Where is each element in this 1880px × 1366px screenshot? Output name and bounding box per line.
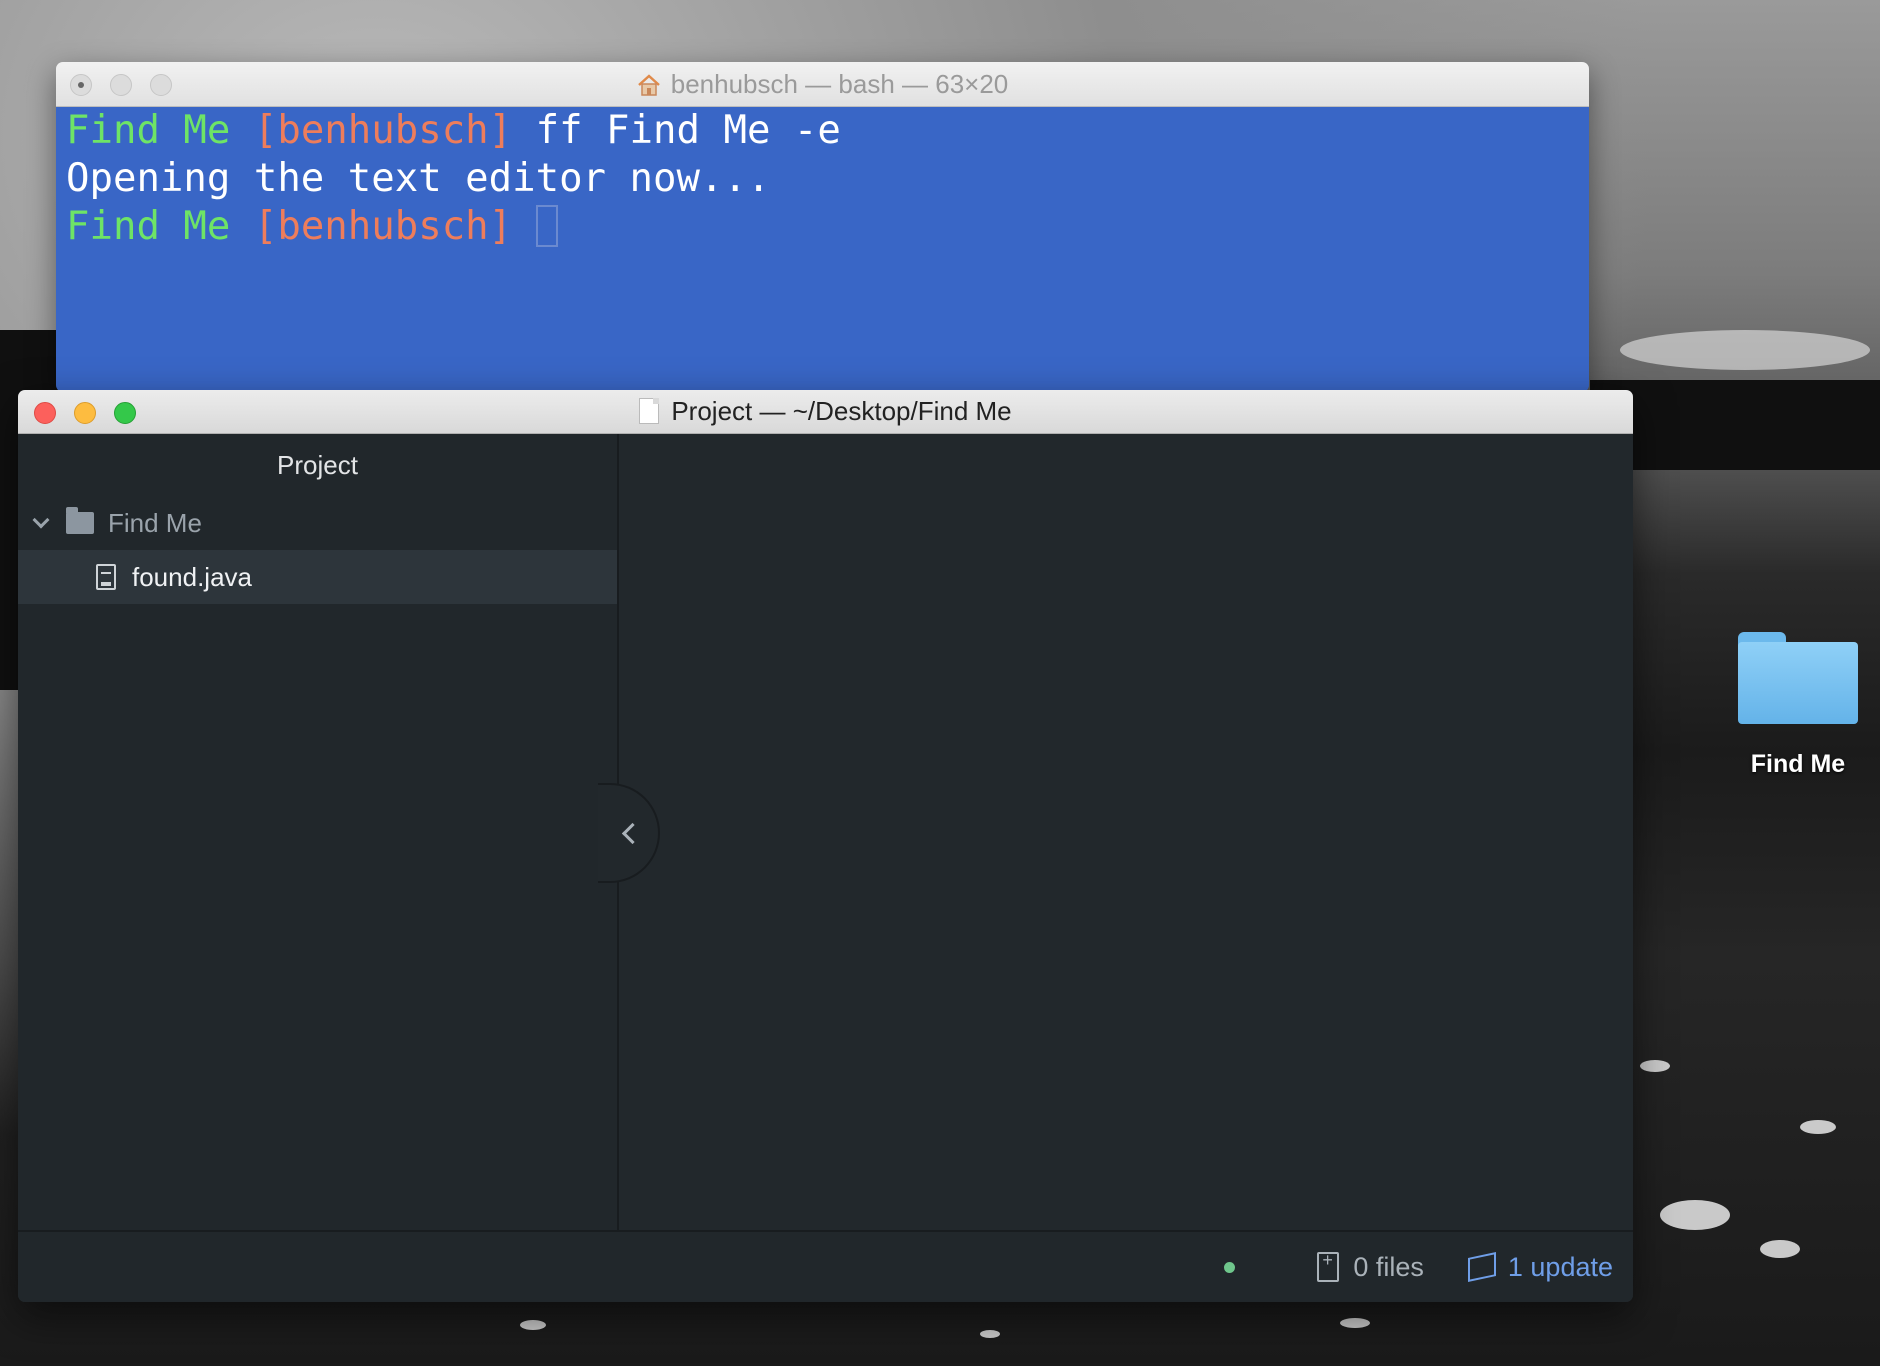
home-icon [637, 65, 661, 96]
status-dot-icon [1224, 1261, 1236, 1273]
ice-floe [520, 1320, 546, 1330]
chevron-down-icon[interactable] [32, 513, 52, 533]
package-icon [1467, 1252, 1496, 1282]
ice-floe [1640, 1060, 1670, 1072]
updates-count: 1 update [1507, 1251, 1613, 1282]
terminal-line: Find Me [benhubsch] [66, 203, 1579, 251]
ice-floe [1760, 1240, 1800, 1258]
prompt-dir: Find Me [66, 204, 231, 249]
prompt-dir: Find Me [66, 108, 231, 153]
ice-floe [1340, 1318, 1370, 1328]
terminal-output[interactable]: Find Me [benhubsch] ff Find Me -e Openin… [56, 107, 1589, 392]
ice-floe [1800, 1120, 1836, 1134]
mountain-ridge [1590, 380, 1880, 470]
desktop-folder-label: Find Me [1750, 750, 1846, 778]
snow-patch [1620, 330, 1870, 370]
status-bar: 0 files 1 update [18, 1230, 1633, 1302]
changed-files-indicator[interactable]: 0 files [1317, 1250, 1424, 1283]
panel-title: Project [277, 450, 358, 480]
desktop-folder-find-me[interactable]: Find Me [1736, 632, 1860, 779]
command-text: ff Find Me -e [512, 108, 841, 153]
prompt-user: [benhubsch] [253, 204, 513, 249]
tree-file-label: found.java [132, 561, 252, 592]
terminal-title-text: benhubsch — bash — 63×20 [670, 69, 1009, 99]
terminal-window[interactable]: benhubsch — bash — 63×20 Find Me [benhub… [56, 62, 1589, 392]
chevron-left-icon [621, 822, 643, 844]
document-icon [639, 398, 660, 424]
output-text: Opening the text editor now... [66, 156, 771, 201]
terminal-cursor [535, 205, 558, 247]
editor-title: Project — ~/Desktop/Find Me [18, 390, 1633, 433]
editor-titlebar[interactable]: Project — ~/Desktop/Find Me [18, 390, 1633, 434]
terminal-title: benhubsch — bash — 63×20 [56, 62, 1589, 106]
editor-title-text: Project — ~/Desktop/Find Me [671, 396, 1012, 426]
tree-folder-label: Find Me [108, 507, 202, 538]
tree-file-found-java[interactable]: found.java [18, 550, 617, 604]
diff-file-icon [1317, 1250, 1340, 1282]
files-count: 0 files [1353, 1251, 1424, 1282]
ice-floe [980, 1330, 1000, 1338]
ice-floe [1660, 1200, 1730, 1230]
project-sidebar[interactable]: Project Find Me found.java [18, 434, 619, 1232]
tree-folder-find-me[interactable]: Find Me [18, 496, 617, 550]
terminal-titlebar[interactable]: benhubsch — bash — 63×20 [56, 62, 1589, 107]
file-text-icon [96, 564, 116, 590]
package-updates-link[interactable]: 1 update [1467, 1251, 1613, 1283]
terminal-line: Find Me [benhubsch] ff Find Me -e [66, 107, 1579, 155]
terminal-line: Opening the text editor now... [66, 155, 1579, 203]
folder-icon [1738, 632, 1858, 724]
folder-icon [66, 507, 94, 534]
prompt-user: [benhubsch] [253, 108, 513, 153]
editor-window[interactable]: Project — ~/Desktop/Find Me Project Find… [18, 390, 1633, 1302]
editor-main-pane[interactable] [619, 434, 1633, 1232]
